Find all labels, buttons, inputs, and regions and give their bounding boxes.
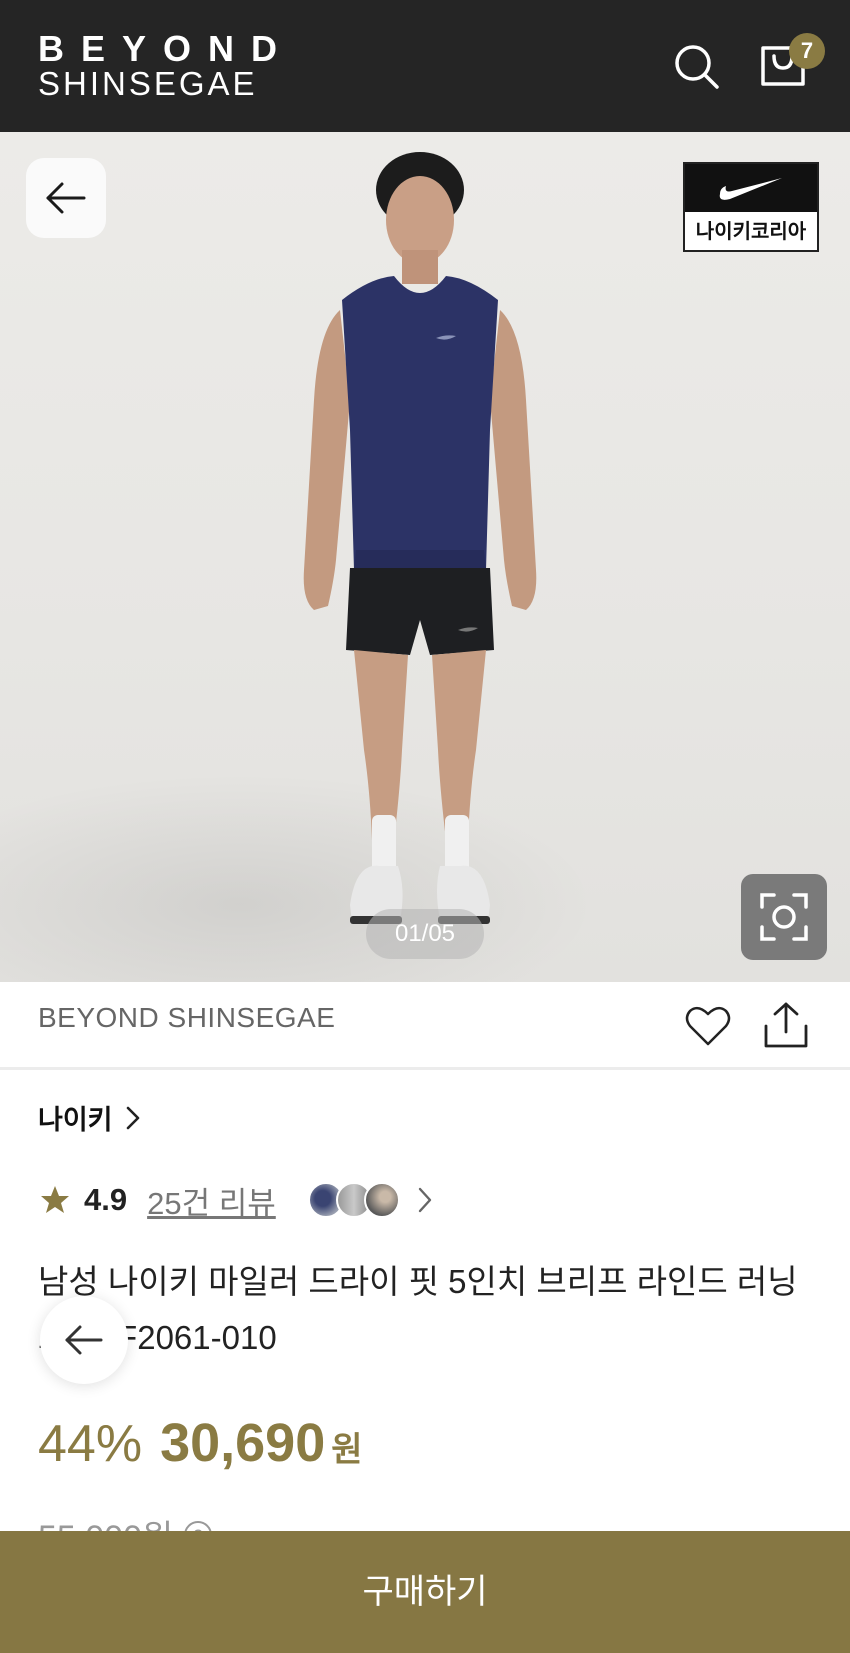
seller-name: BEYOND SHINSEGAE: [38, 1002, 336, 1033]
discount-rate: 44%: [38, 1415, 143, 1473]
product-image-carousel[interactable]: 나이키코리아 01/05: [0, 132, 850, 982]
logo-top-text: BEYOND: [38, 28, 295, 69]
heart-icon: [685, 1006, 731, 1046]
chevron-right-icon[interactable]: [414, 1185, 436, 1215]
review-thumbnails[interactable]: [307, 1182, 400, 1218]
sale-price: 30,690: [160, 1413, 326, 1473]
search-button[interactable]: [672, 42, 722, 92]
logo-bottom-text: SHINSEGAE: [38, 65, 258, 102]
seller-row: BEYOND SHINSEGAE: [0, 982, 850, 1070]
review-thumbnail: [363, 1182, 400, 1218]
share-icon: [764, 1002, 808, 1048]
beyond-shinsegae-logo[interactable]: BEYOND SHINSEGAE: [38, 28, 295, 102]
arrow-left-icon: [46, 182, 86, 214]
currency-unit: 원: [331, 1431, 363, 1469]
review-count-link[interactable]: 25건 리뷰: [147, 1178, 276, 1223]
rating-row: 4.9 25건 리뷰: [40, 1178, 436, 1222]
back-button[interactable]: [26, 158, 106, 238]
image-page-counter: 01/05: [366, 909, 484, 959]
image-search-button[interactable]: [741, 874, 827, 960]
search-icon: [675, 45, 719, 89]
camera-scan-icon: [760, 893, 808, 941]
rating-score: 4.9: [84, 1182, 128, 1217]
floating-back-button[interactable]: [40, 1296, 128, 1384]
chevron-right-icon: [126, 1106, 139, 1129]
star-icon: [41, 1186, 69, 1213]
arrow-left-icon: [65, 1325, 103, 1355]
nike-korea-badge[interactable]: 나이키코리아: [683, 162, 819, 252]
product-title: 남성 나이키 마일러 드라이 핏 5인치 브리프 라인드 러닝 쇼츠 IF206…: [38, 1263, 798, 1356]
brand-badge-label: 나이키코리아: [695, 221, 807, 243]
nike-swoosh-logo: [685, 164, 817, 212]
top-header: BEYOND SHINSEGAE 7: [0, 0, 850, 132]
wishlist-button[interactable]: [684, 1002, 732, 1050]
brand-link-label: 나이키: [38, 1105, 113, 1135]
buy-button[interactable]: 구매하기: [0, 1531, 850, 1653]
product-model-image: [303, 152, 537, 924]
share-button[interactable]: [762, 1000, 810, 1050]
price-row: 44% 30,690 원: [38, 1412, 363, 1474]
brand-link[interactable]: 나이키: [38, 1098, 141, 1137]
cart-count-badge: 7: [789, 33, 825, 69]
